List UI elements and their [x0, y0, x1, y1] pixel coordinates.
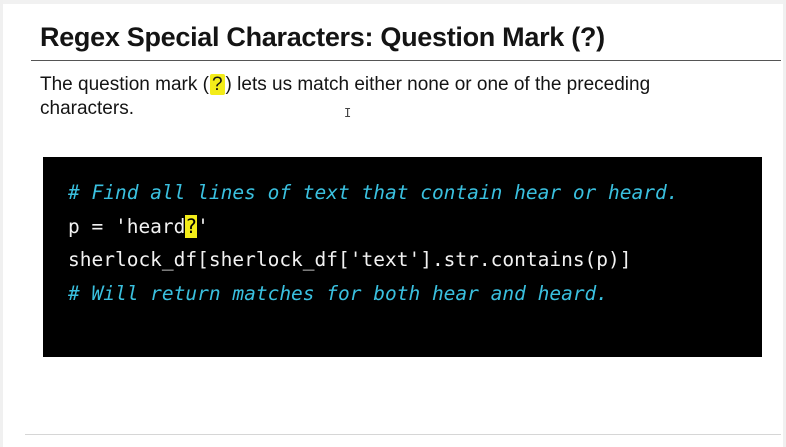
slide-title: Regex Special Characters: Question Mark … — [40, 22, 605, 52]
code-question-mark-highlight: ? — [185, 214, 198, 238]
code-content: # Find all lines of text that contain he… — [68, 176, 678, 310]
code-line-2-start: p = 'heard — [68, 214, 186, 238]
code-line-2: p = 'heard?' — [68, 210, 678, 244]
question-mark-highlight: ? — [209, 74, 225, 95]
code-line-2-end: ' — [197, 214, 209, 238]
text-cursor-icon: I — [344, 106, 352, 120]
code-comment-line-4: # Will return matches for both hear and … — [68, 281, 609, 305]
bottom-divider — [25, 434, 781, 435]
left-border — [0, 0, 3, 447]
slide: Regex Special Characters: Question Mark … — [0, 0, 786, 447]
top-border — [0, 0, 786, 4]
paragraph-text-start: The question mark ( — [40, 74, 209, 95]
code-line-3: sherlock_df[sherlock_df['text'].str.cont… — [68, 248, 632, 271]
code-comment-line-1: # Find all lines of text that contain he… — [68, 181, 679, 204]
description-paragraph: The question mark (?) lets us match eith… — [40, 73, 680, 121]
title-divider — [31, 60, 781, 61]
